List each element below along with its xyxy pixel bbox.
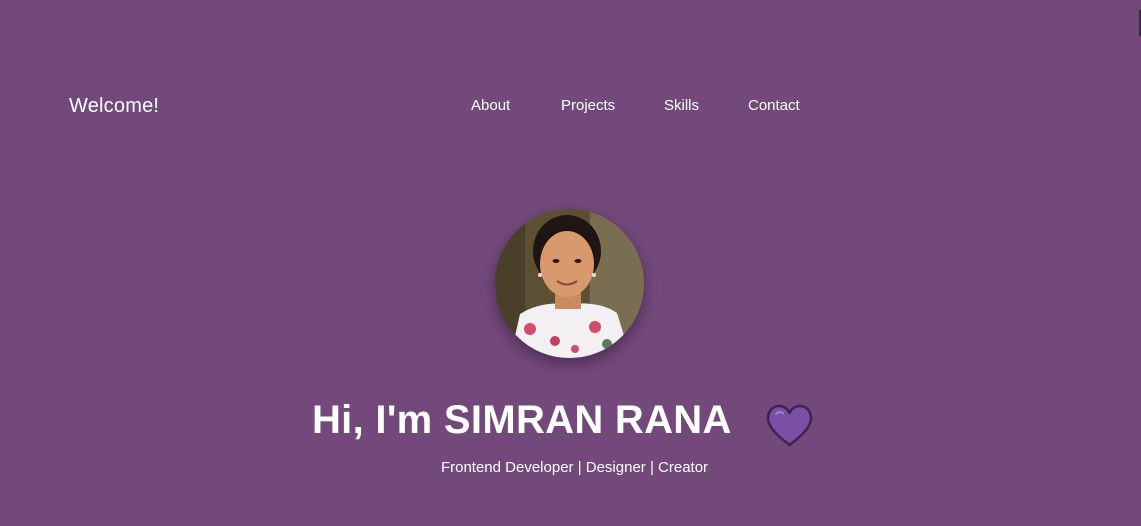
avatar [495,209,644,358]
page: Welcome! About Projects Skills Contact H… [0,0,1141,526]
hero-tagline: Frontend Developer | Designer | Creator [440,459,709,476]
nav-about-link[interactable]: About [471,97,510,114]
purple-heart-icon [766,404,813,447]
nav-skills-link[interactable]: Skills [664,97,699,114]
nav-contact-link[interactable]: Contact [748,97,800,114]
nav-projects-link[interactable]: Projects [561,97,615,114]
brand-logo[interactable]: Welcome! [69,95,159,118]
hero-title: Hi, I'm SIMRAN RANA [312,398,732,442]
